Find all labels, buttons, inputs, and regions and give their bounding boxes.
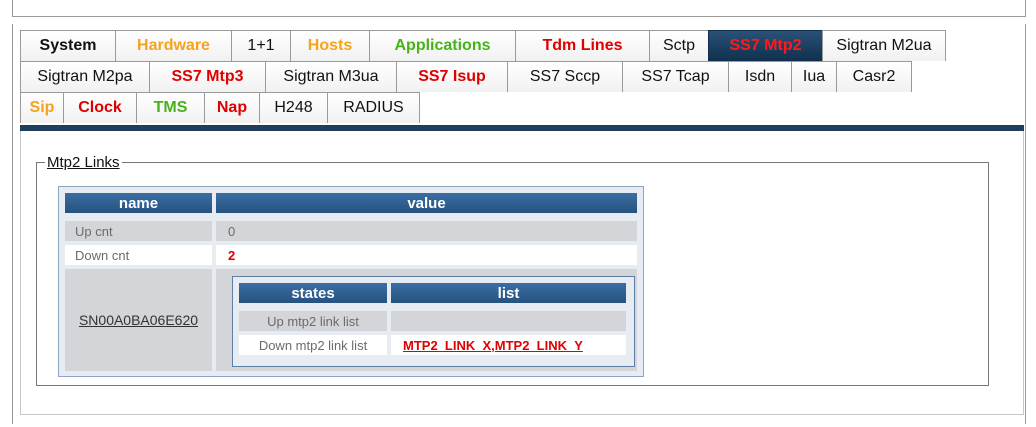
tab-nap[interactable]: Nap: [204, 92, 259, 123]
tab-tdm-lines[interactable]: Tdm Lines: [515, 30, 649, 61]
tab-ss7-sccp[interactable]: SS7 Sccp: [507, 61, 622, 92]
tab-h248[interactable]: H248: [259, 92, 327, 123]
tab-system[interactable]: System: [20, 30, 115, 61]
link-name-link[interactable]: SN00A0BA06E620: [79, 312, 198, 328]
down-list-value: MTP2_LINK_X, MTP2_LINK_Y: [391, 335, 626, 355]
down-list-label: Down mtp2 link list: [239, 335, 387, 355]
tab-isdn[interactable]: Isdn: [728, 61, 791, 92]
row-name-down-cnt: Down cnt: [65, 245, 212, 265]
tab-applications[interactable]: Applications: [369, 30, 515, 61]
tab-ss7-isup[interactable]: SS7 Isup: [396, 61, 507, 92]
up-list-label: Up mtp2 link list: [239, 311, 387, 331]
tab-ss7-tcap[interactable]: SS7 Tcap: [622, 61, 728, 92]
tab-tms[interactable]: TMS: [136, 92, 204, 123]
mtp2-link-x[interactable]: MTP2_LINK_X: [403, 338, 491, 353]
column-header-value: value: [216, 193, 637, 213]
column-header-name: name: [65, 193, 212, 213]
tab-ss7-mtp2[interactable]: SS7 Mtp2: [708, 30, 822, 61]
tab-sigtran-m2pa[interactable]: Sigtran M2pa: [20, 61, 149, 92]
tab-sctp[interactable]: Sctp: [649, 30, 708, 61]
tab-iua[interactable]: Iua: [791, 61, 836, 92]
tab-hosts[interactable]: Hosts: [290, 30, 369, 61]
tab-row-2: Sigtran M2pa SS7 Mtp3 Sigtran M3ua SS7 I…: [20, 61, 1024, 92]
tab-bar: System Hardware 1+1 Hosts Applications T…: [20, 30, 1024, 123]
up-list-value: [391, 311, 626, 331]
row-value-down-cnt: 2: [216, 245, 637, 265]
mtp2-link-y[interactable]: MTP2_LINK_Y: [495, 338, 583, 353]
link-states-table: states list Up mtp2 link list Down mtp2 …: [232, 276, 635, 367]
tab-hardware[interactable]: Hardware: [115, 30, 231, 61]
tab-row-3: Sip Clock TMS Nap H248 RADIUS: [20, 92, 1024, 123]
tab-casr2[interactable]: Casr2: [836, 61, 912, 92]
row-name-up-cnt: Up cnt: [65, 221, 212, 241]
column-header-states: states: [239, 283, 387, 303]
tab-radius[interactable]: RADIUS: [327, 92, 420, 123]
link-name-cell: SN00A0BA06E620: [65, 269, 212, 371]
tab-ss7-mtp3[interactable]: SS7 Mtp3: [149, 61, 265, 92]
column-header-list: list: [391, 283, 626, 303]
tab-sip[interactable]: Sip: [20, 92, 63, 123]
tab-clock[interactable]: Clock: [63, 92, 136, 123]
row-value-up-cnt: 0: [216, 221, 637, 241]
tab-sigtran-m3ua[interactable]: Sigtran M3ua: [265, 61, 396, 92]
tab-1plus1[interactable]: 1+1: [231, 30, 290, 61]
tab-row-1: System Hardware 1+1 Hosts Applications T…: [20, 30, 1024, 61]
top-frame: [12, 0, 1026, 17]
fieldset-legend: Mtp2 Links: [47, 154, 120, 171]
tab-sigtran-m2ua[interactable]: Sigtran M2ua: [822, 30, 946, 61]
